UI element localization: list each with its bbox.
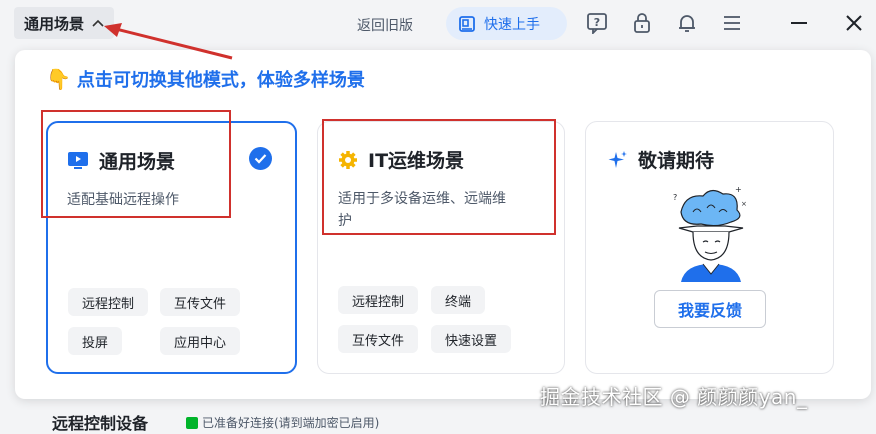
annotation-box-general [41, 110, 231, 218]
feature-chip: 投屏 [68, 327, 123, 355]
feedback-button[interactable]: 我要反馈 [654, 290, 766, 328]
bell-icon[interactable] [676, 12, 698, 34]
feature-chip: 快速设置 [431, 325, 512, 353]
selected-check-icon [249, 147, 272, 170]
pointing-hand-icon: 👇 [46, 67, 71, 91]
guide-book-icon [459, 15, 475, 32]
feature-chip: 远程控制 [338, 286, 419, 314]
svg-text:?: ? [673, 193, 677, 202]
watermark: 掘金技术社区 @ 颜颜颜yan_ [540, 385, 808, 409]
annotation-box-it-ops [322, 119, 556, 235]
sparkle-icon [608, 150, 627, 168]
back-to-old-version-link[interactable]: 返回旧版 [357, 15, 413, 35]
feature-chip: 终端 [431, 286, 486, 314]
quick-start-label: 快速上手 [484, 16, 540, 33]
feature-chip: 互传文件 [160, 288, 241, 316]
switch-hint-text: 点击可切换其他模式，体验多样场景 [76, 70, 365, 91]
feature-chip: 远程控制 [68, 288, 149, 316]
feature-chip: 应用中心 [160, 327, 241, 355]
minimize-icon[interactable] [788, 12, 810, 34]
switch-hint: 👇 点击可切换其他模式，体验多样场景 [46, 66, 365, 92]
feature-chip: 互传文件 [338, 325, 419, 353]
section-title: 远程控制设备 [52, 414, 149, 433]
mode-label: 通用场景 [24, 14, 85, 33]
close-icon[interactable] [843, 12, 865, 34]
lock-icon[interactable] [631, 12, 653, 34]
card-title-coming-soon: 敬请期待 [608, 146, 714, 173]
thinking-person-illustration: ? + × [673, 185, 747, 282]
card-title-coming-soon-text: 敬请期待 [638, 150, 715, 172]
shield-check-icon [186, 416, 198, 429]
annotation-arrow [104, 23, 233, 60]
mode-switch-button[interactable]: 通用场景 [14, 7, 115, 39]
connection-status-text: 已准备好连接(请到端加密已启用) [202, 416, 380, 430]
quick-start-button[interactable]: 快速上手 [446, 7, 567, 40]
menu-icon[interactable] [721, 12, 743, 34]
svg-text:+: + [735, 185, 742, 194]
svg-text:?: ? [594, 16, 600, 29]
svg-text:×: × [741, 200, 747, 208]
connection-status: 已准备好连接(请到端加密已启用) [186, 414, 379, 431]
scene-card-coming-soon: 敬请期待 ? + × 我要反馈 [585, 121, 834, 374]
help-icon[interactable]: ? [586, 12, 608, 34]
